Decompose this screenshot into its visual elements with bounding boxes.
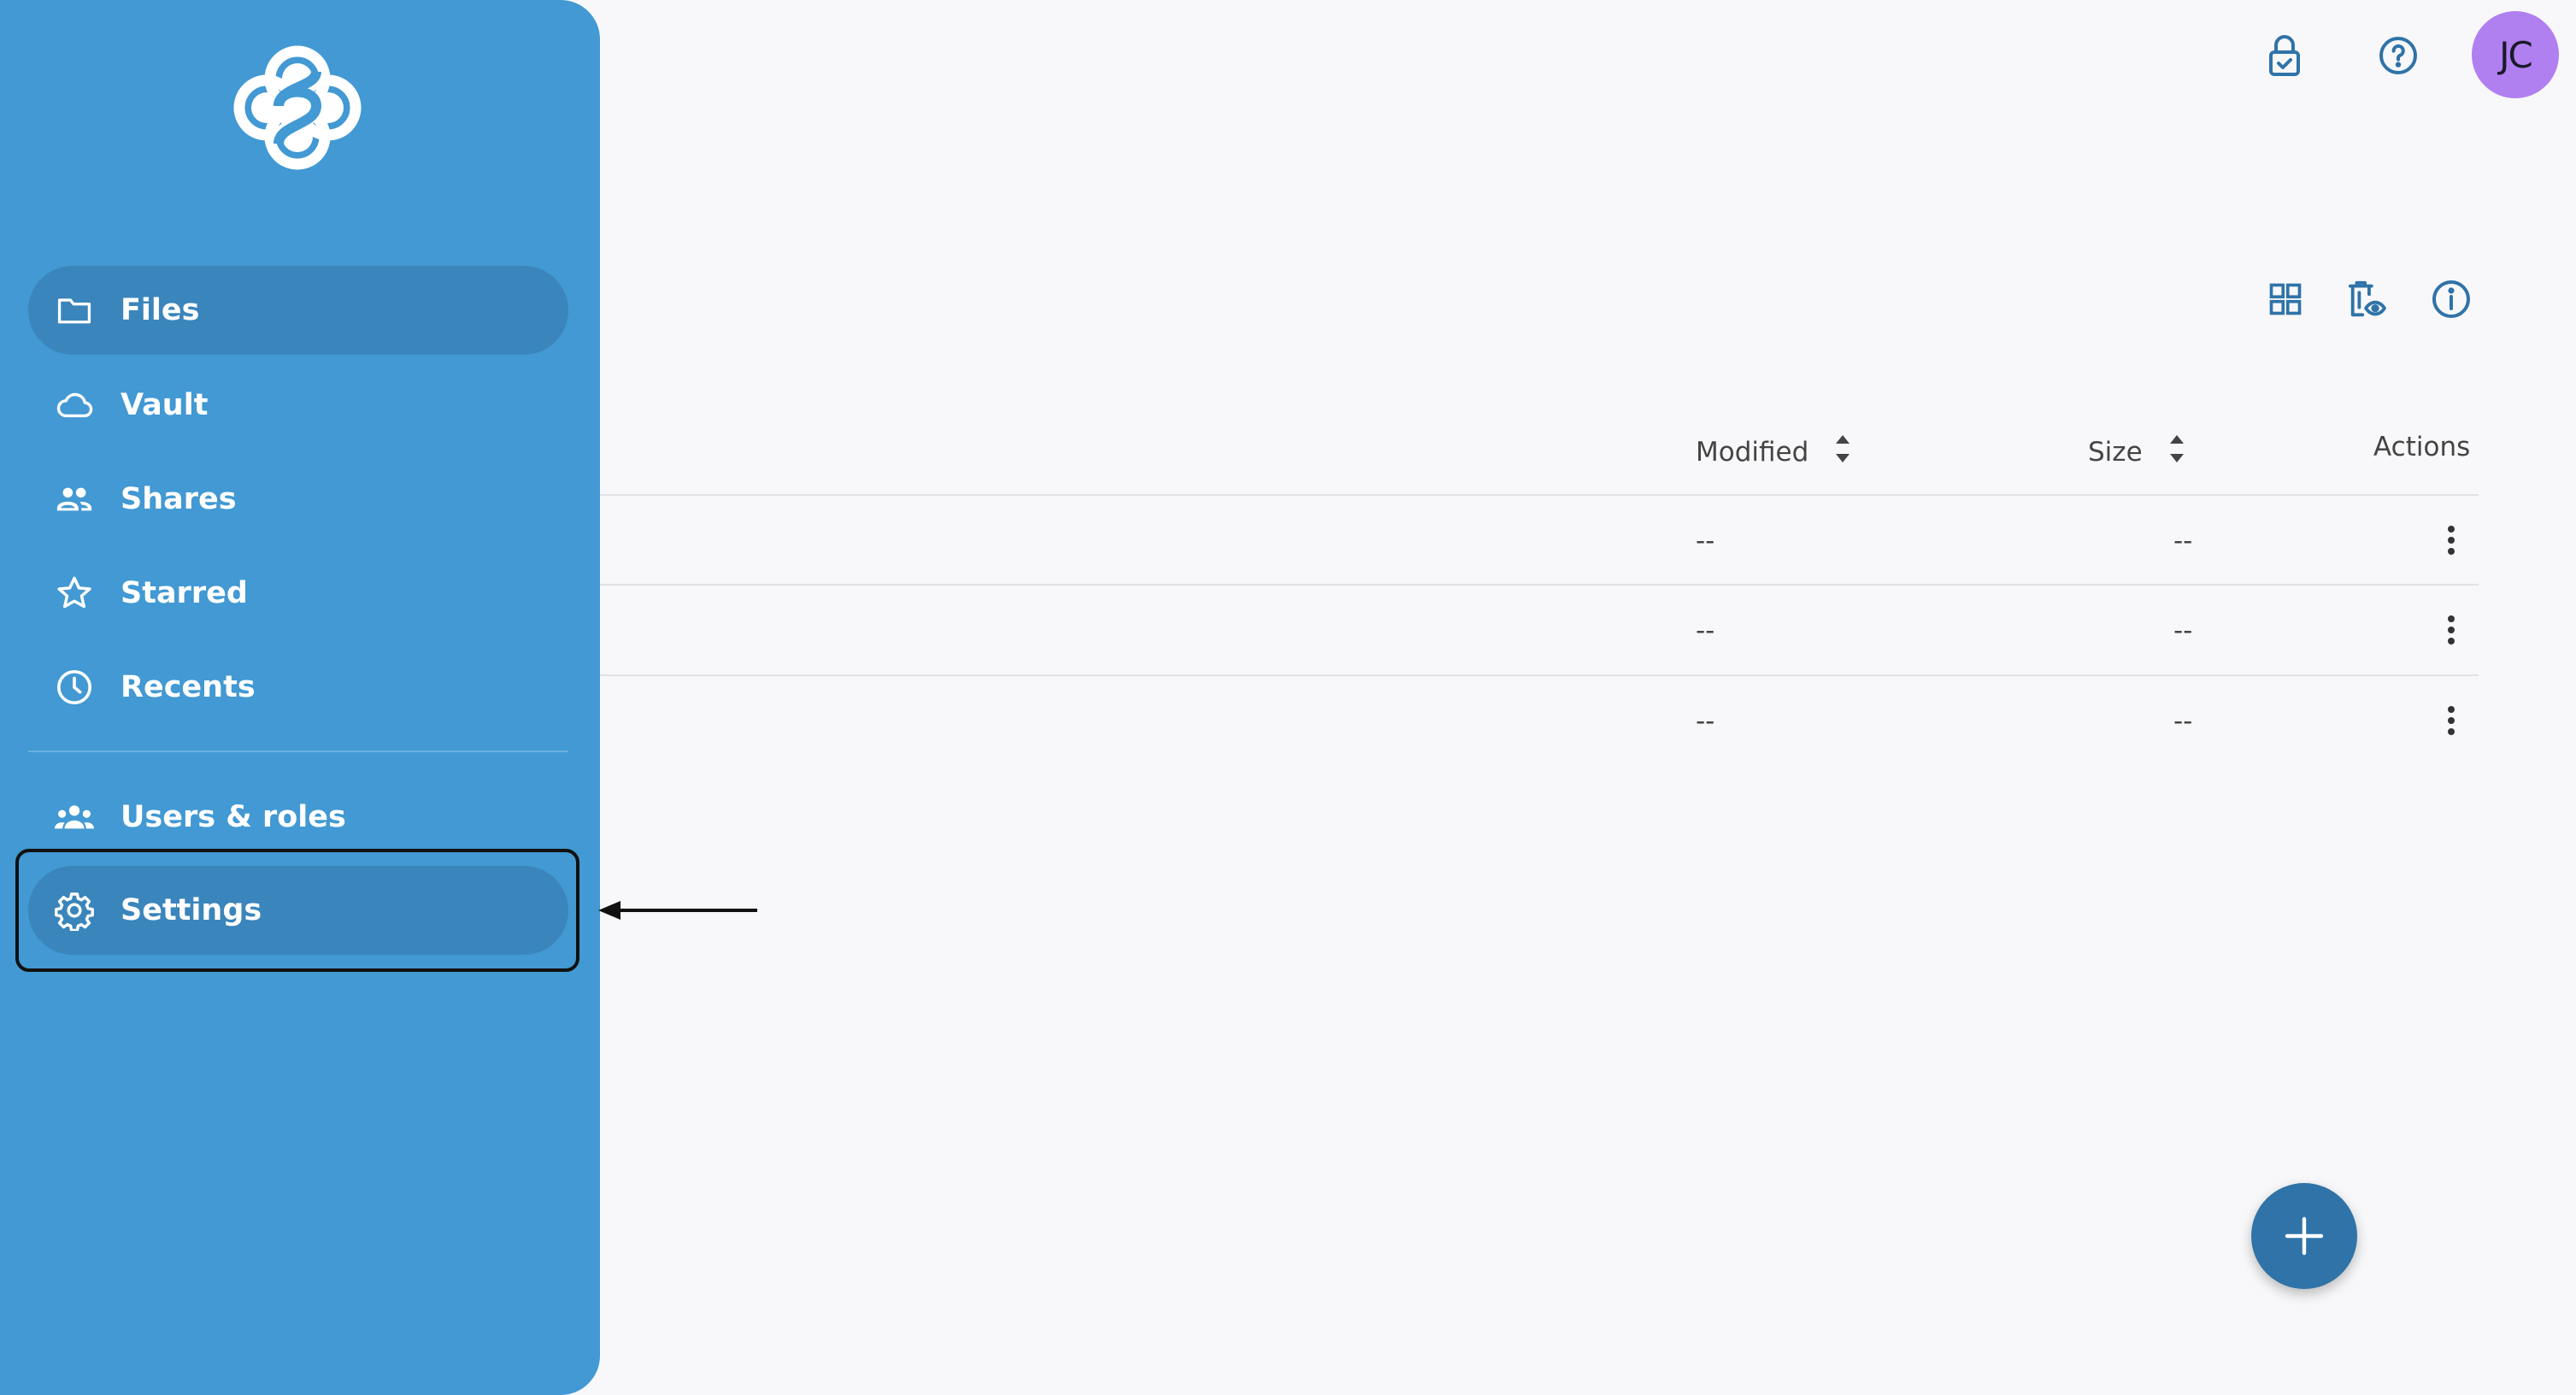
sidebar-item-label: Recents <box>121 670 256 704</box>
sidebar-item-shares[interactable]: Shares <box>28 455 568 544</box>
sort-icon[interactable] <box>1834 432 1851 473</box>
row-modified: -- <box>1696 706 1715 737</box>
info-icon[interactable] <box>2427 275 2475 323</box>
sidebar-item-label: Vault <box>121 388 209 422</box>
row-divider <box>600 674 2479 676</box>
row-modified: -- <box>1696 526 1715 556</box>
sync-logo[interactable] <box>227 43 368 173</box>
sidebar-item-label: Shares <box>121 482 237 516</box>
sidebar: Files Vault Shares Starred Recents Users… <box>0 0 600 1395</box>
more-actions-icon[interactable] <box>2434 517 2468 563</box>
row-modified: -- <box>1696 615 1715 646</box>
sidebar-item-starred[interactable]: Starred <box>28 549 568 638</box>
sidebar-item-recents[interactable]: Recents <box>28 643 568 732</box>
more-actions-icon[interactable] <box>2434 698 2468 744</box>
star-icon <box>52 571 97 615</box>
settings-highlight-box <box>15 849 579 972</box>
row-size: -- <box>2173 615 2193 646</box>
sidebar-item-label: Starred <box>121 576 248 610</box>
plus-icon <box>2285 1216 2324 1256</box>
column-header-size[interactable]: Size <box>2088 432 2185 473</box>
folder-icon <box>52 288 97 333</box>
sidebar-item-label: Files <box>121 293 200 327</box>
sidebar-item-label: Users & roles <box>121 800 346 834</box>
cloud-icon <box>52 383 97 427</box>
avatar[interactable]: JC <box>2472 11 2559 98</box>
sort-icon[interactable] <box>2168 432 2185 473</box>
users-icon <box>52 795 97 839</box>
people-icon <box>52 477 97 521</box>
avatar-initials: JC <box>2499 33 2533 76</box>
column-header-label: Size <box>2088 437 2143 468</box>
lock-check-icon[interactable] <box>2261 32 2308 79</box>
clock-icon <box>52 665 97 709</box>
pointer-arrow-icon <box>598 901 757 920</box>
table-header-divider <box>600 494 2479 496</box>
column-header-label: Actions <box>2373 432 2471 462</box>
column-header-actions: Actions <box>2373 432 2470 462</box>
row-size: -- <box>2173 526 2193 556</box>
row-size: -- <box>2173 706 2193 737</box>
sidebar-divider <box>28 750 568 752</box>
row-divider <box>600 584 2479 586</box>
sidebar-item-files[interactable]: Files <box>28 266 568 355</box>
column-header-modified[interactable]: Modified <box>1696 432 1851 473</box>
add-button[interactable] <box>2251 1183 2357 1289</box>
help-icon[interactable] <box>2374 32 2422 79</box>
more-actions-icon[interactable] <box>2434 607 2468 653</box>
grid-view-icon[interactable] <box>2261 275 2309 323</box>
column-header-label: Modified <box>1696 437 1809 468</box>
sidebar-item-vault[interactable]: Vault <box>28 361 568 450</box>
trash-eye-icon[interactable] <box>2344 275 2391 323</box>
